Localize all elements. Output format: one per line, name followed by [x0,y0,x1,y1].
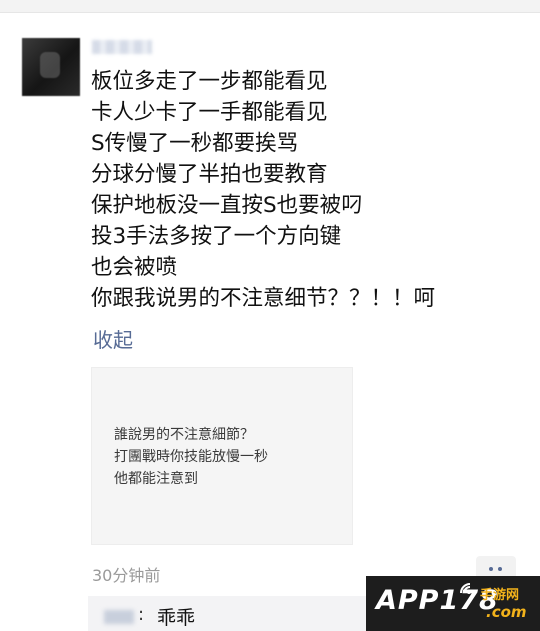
top-divider [0,0,540,13]
image-caption: 誰說男的不注意細節？ 打團戰時你技能放慢一秒 他都能注意到 [114,424,268,490]
collapse-link[interactable]: 收起 [93,324,133,353]
commenter-name-blurred[interactable] [104,610,134,624]
post-image[interactable]: 誰說男的不注意細節？ 打團戰時你技能放慢一秒 他都能注意到 [91,367,353,545]
post-line: 分球分慢了半拍也要教育 [91,162,328,187]
post-timestamp: 30分钟前 [92,566,161,585]
watermark-domain: .com [486,603,527,621]
image-line: 他都能注意到 [114,471,198,487]
post-line: 卡人少卡了一手都能看见 [91,100,328,125]
image-line: 誰說男的不注意細節？ [114,427,254,443]
post-line: 板位多走了一步都能看见 [91,69,328,94]
comment-colon: : [138,604,145,625]
comment-text: 乖乖 [157,607,196,629]
watermark-logo: APP178 手游网 .com [366,576,540,631]
post-text: 板位多走了一步都能看见 卡人少卡了一手都能看见 S传慢了一秒都要挨骂 分球分慢了… [91,66,531,314]
post-line: 投3手法多按了一个方向键 [91,224,342,249]
image-line: 打團戰時你技能放慢一秒 [114,449,268,465]
post-line: 你跟我说男的不注意细节？？！！呵 [91,286,436,311]
post-line: S传慢了一秒都要挨骂 [91,131,299,156]
post-line: 也会被喷 [91,255,178,280]
post-line: 保护地板没一直按S也要被叼 [91,193,363,218]
watermark-sub: 手游网 [480,588,520,603]
avatar[interactable] [22,38,80,96]
more-dots-icon [498,567,502,571]
poster-name-blurred[interactable] [92,40,152,54]
more-dots-icon [489,567,493,571]
